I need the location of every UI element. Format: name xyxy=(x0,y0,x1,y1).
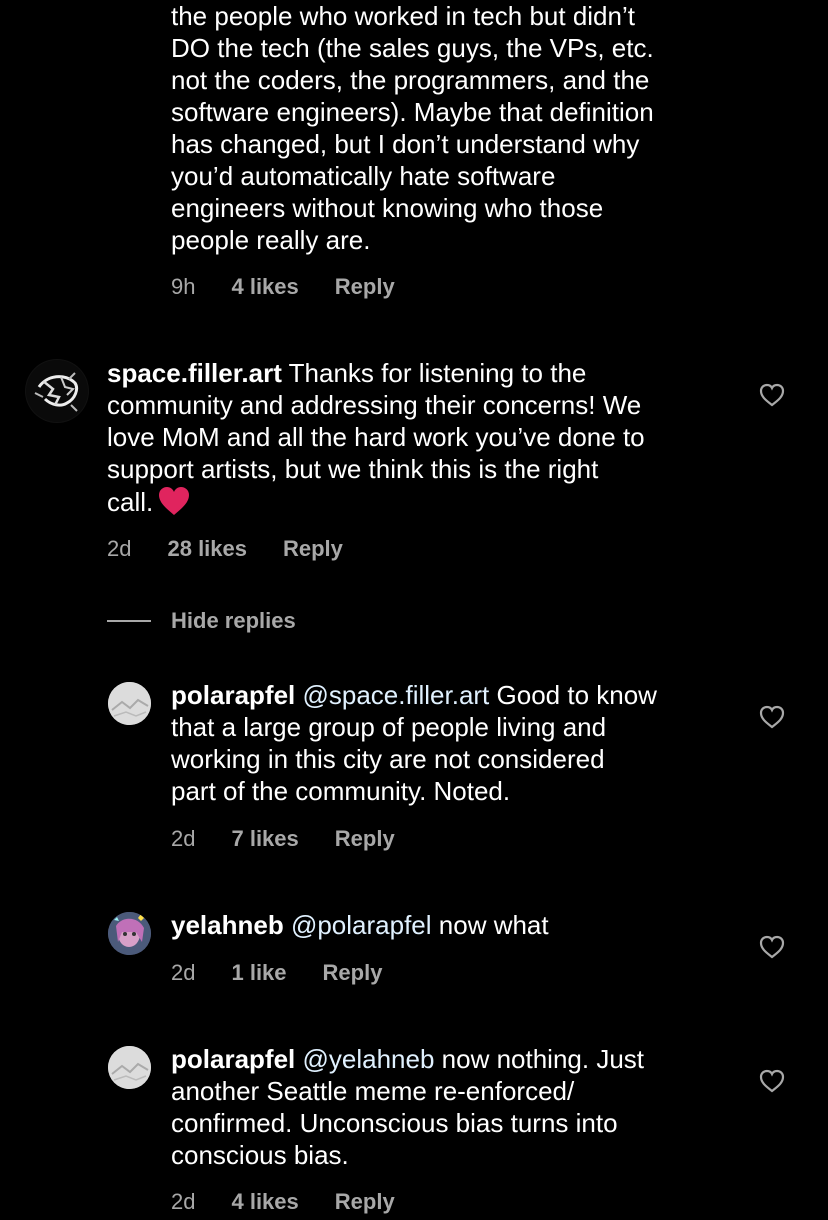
comment-text: polarapfel @yelahneb now nothing. Just a… xyxy=(171,1043,751,1171)
avatar-image xyxy=(108,682,151,725)
comment-time: 2d xyxy=(171,960,196,985)
comment-text: space.filler.art Thanks for listening to… xyxy=(107,357,747,524)
reply-button[interactable]: Reply xyxy=(323,960,383,986)
heart-outline-icon[interactable] xyxy=(759,382,785,408)
comment-body: now what xyxy=(431,910,549,940)
likes-count-button[interactable]: 4 likes xyxy=(231,1189,298,1215)
divider-line xyxy=(107,620,151,622)
avatar[interactable] xyxy=(108,1046,151,1089)
avatar-image xyxy=(108,912,151,955)
likes-count-button[interactable]: 4 likes xyxy=(231,274,298,300)
comment-text: polarapfel @space.filler.art Good to kno… xyxy=(171,679,751,807)
mention-link[interactable]: @space.filler.art xyxy=(302,680,489,710)
comment-time: 2d xyxy=(107,536,132,561)
comment-username[interactable]: polarapfel xyxy=(171,680,295,710)
comment-username[interactable]: yelahneb xyxy=(171,910,284,940)
likes-count-button[interactable]: 7 likes xyxy=(231,826,298,852)
comment-meta: 2d 7 likes Reply xyxy=(171,824,395,854)
likes-count-button[interactable]: 28 likes xyxy=(167,536,247,562)
reply-button[interactable]: Reply xyxy=(335,826,395,852)
heart-outline-icon[interactable] xyxy=(759,704,785,730)
mention-link[interactable]: @yelahneb xyxy=(302,1044,434,1074)
avatar-image xyxy=(26,360,88,422)
comment-time: 2d xyxy=(171,1189,196,1214)
reply-button[interactable]: Reply xyxy=(335,1189,395,1215)
comment-meta: 2d 1 like Reply xyxy=(171,958,382,988)
reply-button[interactable]: Reply xyxy=(335,274,395,300)
heart-outline-icon[interactable] xyxy=(759,1068,785,1094)
avatar[interactable] xyxy=(108,682,151,725)
comment-meta: 2d 28 likes Reply xyxy=(107,534,343,564)
hide-replies-label: Hide replies xyxy=(171,608,296,633)
comment-text: the people who worked in tech but didn’t… xyxy=(171,1,654,255)
comment-username[interactable]: polarapfel xyxy=(171,1044,295,1074)
avatar-image xyxy=(108,1046,151,1089)
comment-time: 9h xyxy=(171,274,196,299)
heart-outline-icon[interactable] xyxy=(759,934,785,960)
comment-meta: 2d 4 likes Reply xyxy=(171,1187,395,1217)
likes-count-button[interactable]: 1 like xyxy=(231,960,286,986)
avatar[interactable] xyxy=(25,359,89,423)
mention-link[interactable]: @polarapfel xyxy=(291,910,432,940)
avatar[interactable] xyxy=(108,912,151,955)
comment-username[interactable]: space.filler.art xyxy=(107,358,282,388)
red-heart-emoji xyxy=(157,485,191,524)
reply-button[interactable]: Reply xyxy=(283,536,343,562)
comment-text: yelahneb @polarapfel now what xyxy=(171,909,751,941)
comment-time: 2d xyxy=(171,826,196,851)
hide-replies-button[interactable]: Hide replies xyxy=(107,605,296,637)
comment-meta: 9h 4 likes Reply xyxy=(171,272,395,302)
